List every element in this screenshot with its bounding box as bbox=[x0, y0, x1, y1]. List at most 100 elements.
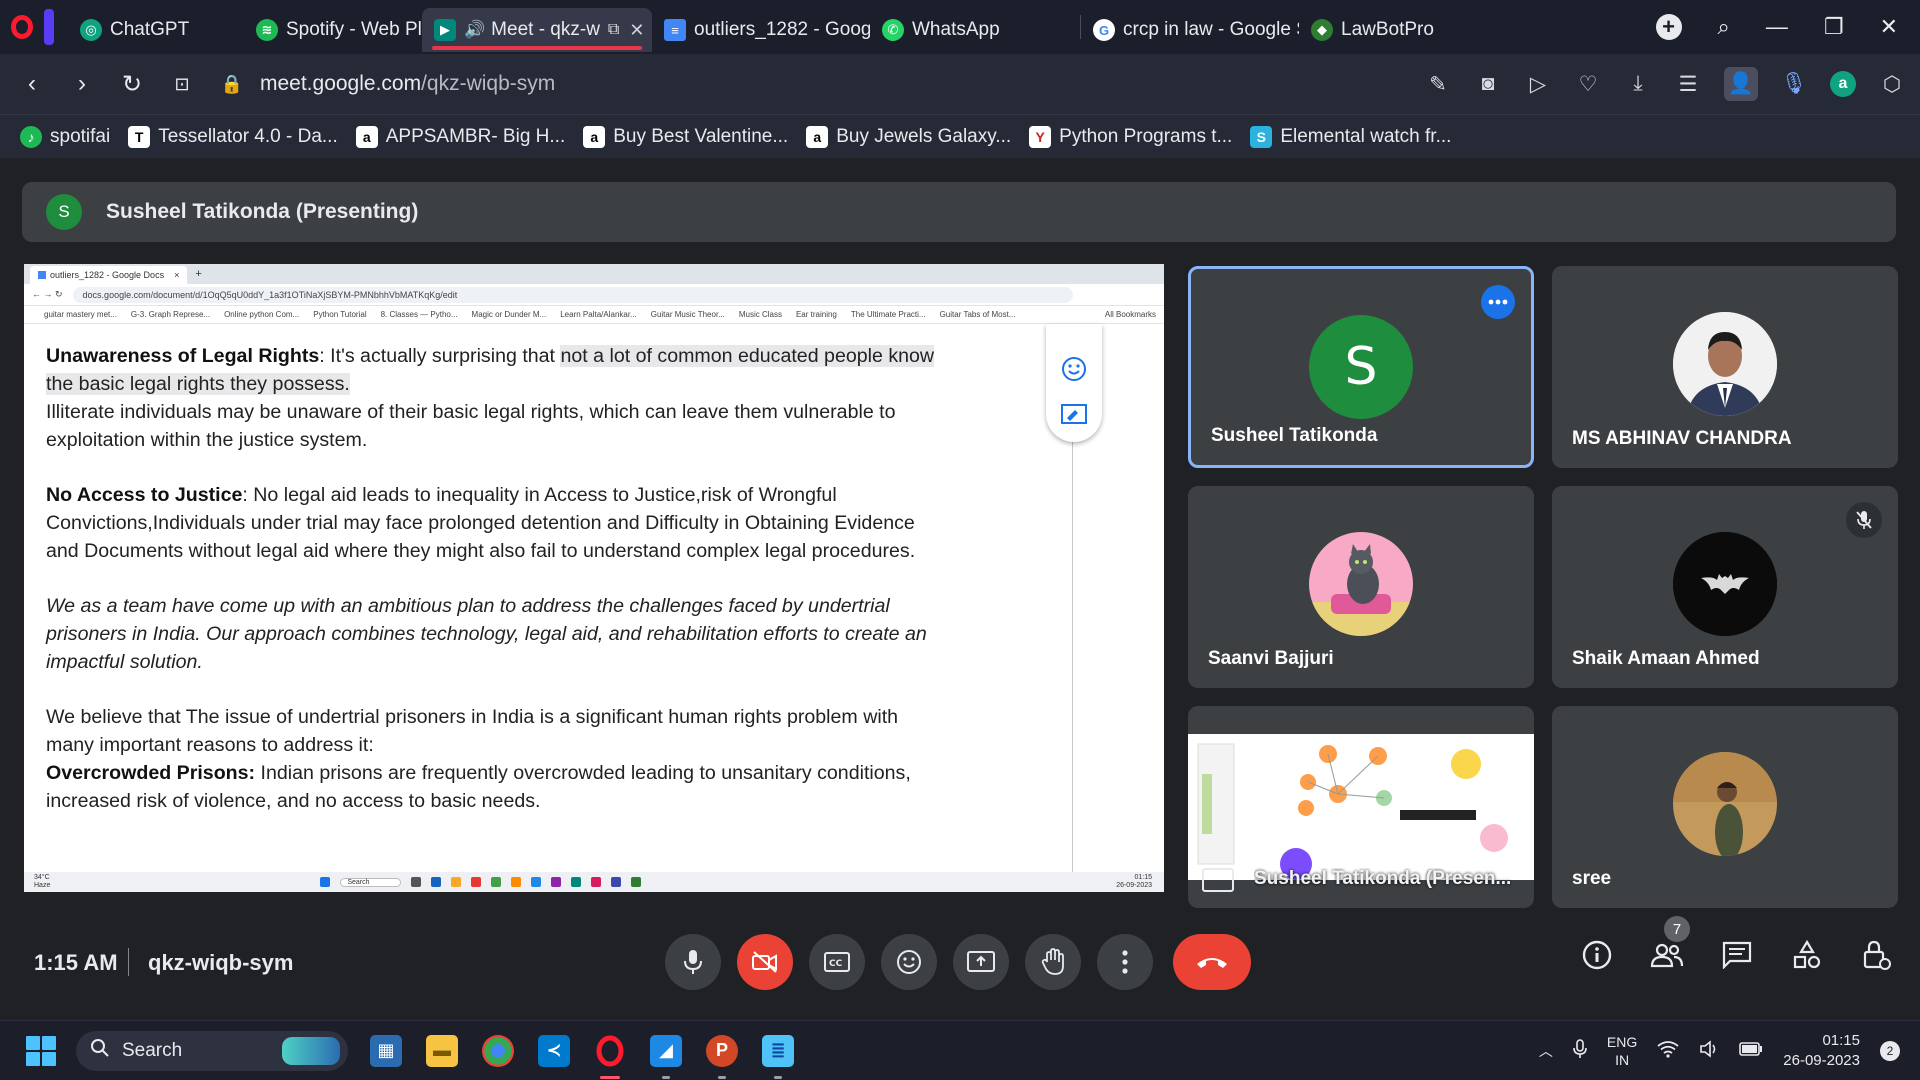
extension-a-icon[interactable]: a bbox=[1830, 71, 1856, 97]
close-tab-icon[interactable]: ✕ bbox=[629, 20, 644, 41]
vscode-icon[interactable]: ≺ bbox=[538, 1034, 570, 1067]
participant-tile[interactable]: Saanvi Bajjuri bbox=[1188, 486, 1534, 688]
microphone-button[interactable] bbox=[665, 934, 721, 990]
send-icon[interactable]: ▷ bbox=[1524, 70, 1552, 98]
bookmark-item[interactable]: S Elemental watch fr... bbox=[1250, 125, 1451, 148]
participant-tile[interactable]: Shaik Amaan Ahmed bbox=[1552, 486, 1898, 688]
present-now-button[interactable] bbox=[953, 934, 1009, 990]
chevron-up-icon[interactable]: ︿ bbox=[1539, 1041, 1553, 1061]
calculator-icon[interactable]: ▦ bbox=[370, 1034, 402, 1067]
language-indicator[interactable]: ENG IN bbox=[1607, 1033, 1637, 1069]
camera-off-button[interactable] bbox=[737, 934, 793, 990]
shared-bookmark: Guitar Tabs of Most... bbox=[939, 310, 1016, 319]
microphone-indicator-icon[interactable]: 🎙 bbox=[1780, 70, 1808, 98]
new-tab-button[interactable]: + bbox=[1655, 14, 1682, 40]
system-clock[interactable]: 01:15 26-09-2023 bbox=[1783, 1031, 1860, 1071]
search-tabs-icon[interactable]: ⌕ bbox=[1718, 14, 1730, 40]
participant-tile[interactable]: MS ABHINAV CHANDRA bbox=[1552, 266, 1898, 468]
presentation-thumbnail bbox=[1188, 734, 1534, 880]
shared-urlbar: ← → ↻ docs.google.com/document/d/1OqQ5qU… bbox=[24, 284, 1164, 306]
tab-google-search[interactable]: G crcp in law - Google S bbox=[1081, 8, 1299, 52]
edit-icon[interactable]: ✎ bbox=[1424, 70, 1452, 98]
close-window-icon[interactable]: ✕ bbox=[1880, 14, 1898, 40]
paint-icon[interactable]: ◢ bbox=[650, 1034, 682, 1079]
bookmark-item[interactable]: a APPSAMBR- Big H... bbox=[355, 125, 565, 148]
tab-meet[interactable]: ▶ 🔊 Meet - qkz-w ⧉ ✕ bbox=[422, 8, 652, 52]
host-controls-icon[interactable] bbox=[1860, 938, 1894, 972]
download-icon[interactable]: ⤓ bbox=[1624, 70, 1652, 98]
leave-call-button[interactable] bbox=[1173, 934, 1251, 990]
profile-icon[interactable]: 👤 bbox=[1724, 67, 1758, 101]
url-field[interactable]: meet.google.com/qkz-wiqb-sym bbox=[260, 72, 555, 96]
search-icon bbox=[90, 1038, 110, 1064]
python-programs-icon: Y bbox=[1029, 125, 1052, 148]
more-options-button[interactable] bbox=[1097, 934, 1153, 990]
picture-in-picture-icon[interactable]: ⧉ bbox=[608, 21, 619, 39]
forward-icon[interactable]: › bbox=[64, 66, 100, 102]
minimize-icon[interactable]: — bbox=[1766, 14, 1788, 40]
bookmark-item[interactable]: a Buy Best Valentine... bbox=[583, 125, 788, 148]
docs-icon bbox=[38, 271, 46, 279]
volume-icon[interactable] bbox=[1699, 1040, 1719, 1061]
captions-button[interactable]: CC bbox=[809, 934, 865, 990]
bookmark-item[interactable]: a Buy Jewels Galaxy... bbox=[806, 125, 1011, 148]
easy-setup-icon[interactable]: ☰ bbox=[1674, 70, 1702, 98]
chat-icon[interactable] bbox=[1720, 938, 1754, 972]
search-highlight-art bbox=[282, 1036, 340, 1065]
elemental-icon: S bbox=[1250, 125, 1273, 148]
notification-badge[interactable]: 2 bbox=[1880, 1040, 1900, 1061]
avatar bbox=[1309, 532, 1413, 636]
powerpoint-icon[interactable]: P bbox=[706, 1034, 738, 1079]
extensions-icon[interactable]: ⬡ bbox=[1878, 70, 1906, 98]
reload-icon[interactable]: ↻ bbox=[114, 66, 150, 102]
file-explorer-icon[interactable]: ▬ bbox=[426, 1034, 458, 1067]
system-tray: ︿ ENG IN 01:15 26-09-2023 2 bbox=[1539, 1031, 1920, 1071]
tab-docs[interactable]: ≡ outliers_1282 - Googl bbox=[652, 8, 870, 52]
microphone-icon[interactable] bbox=[1573, 1039, 1587, 1062]
reactions-button[interactable] bbox=[881, 934, 937, 990]
opera-icon[interactable] bbox=[594, 1035, 626, 1079]
battery-icon[interactable] bbox=[1739, 1042, 1763, 1059]
start-button[interactable] bbox=[26, 1035, 56, 1066]
raise-hand-button[interactable] bbox=[1025, 934, 1081, 990]
app-icon bbox=[470, 877, 481, 887]
folder-icon bbox=[450, 877, 461, 887]
heart-icon[interactable]: ♡ bbox=[1574, 70, 1602, 98]
bookmark-item[interactable]: Y Python Programs t... bbox=[1029, 125, 1233, 148]
participant-tile[interactable]: sree bbox=[1552, 706, 1898, 908]
restore-icon[interactable]: ❐ bbox=[1824, 14, 1844, 40]
presenter-name: Susheel Tatikonda (Presenting) bbox=[106, 200, 419, 223]
doc-text: : It's actually surprising that bbox=[319, 345, 561, 367]
lock-icon[interactable]: 🔒 bbox=[214, 66, 250, 102]
participant-tile[interactable]: S Susheel Tatikonda bbox=[1188, 266, 1534, 468]
activities-icon[interactable] bbox=[1790, 938, 1824, 972]
presentation-tile[interactable]: Susheel Tatikonda (Presen... bbox=[1188, 706, 1534, 908]
tab-chatgpt[interactable]: ◎ ChatGPT bbox=[68, 8, 244, 52]
suggest-edit-icon bbox=[1060, 402, 1088, 428]
google-icon: G bbox=[1093, 19, 1115, 41]
participant-name: Susheel Tatikonda (Presen... bbox=[1254, 868, 1512, 889]
more-options-button[interactable] bbox=[1481, 285, 1515, 319]
shared-url-field: docs.google.com/document/d/1OqQ5qU0ddY_1… bbox=[72, 286, 1073, 303]
wifi-icon[interactable] bbox=[1657, 1040, 1679, 1061]
chrome-icon[interactable] bbox=[482, 1034, 514, 1067]
people-icon[interactable]: 7 bbox=[1650, 916, 1690, 972]
tab-whatsapp[interactable]: ✆ WhatsApp bbox=[870, 8, 1080, 52]
bookmark-item[interactable]: T Tessellator 4.0 - Da... bbox=[128, 125, 338, 148]
opera-logo-icon[interactable] bbox=[0, 0, 44, 54]
shared-bookmark: Guitar Music Theor... bbox=[650, 310, 725, 319]
meeting-details-icon[interactable] bbox=[1580, 938, 1614, 972]
back-icon[interactable]: ‹ bbox=[14, 66, 50, 102]
tab-spotify[interactable]: ≋ Spotify - Web Player: bbox=[244, 8, 422, 52]
bookmark-item[interactable]: ♪ spotifai bbox=[20, 125, 110, 148]
tab-lawbotpro[interactable]: ◆ LawBotPro bbox=[1299, 8, 1449, 52]
url-domain: meet.google.com bbox=[260, 72, 422, 95]
taskbar-search[interactable]: Search bbox=[76, 1030, 348, 1071]
snapshot-icon[interactable]: ◙ bbox=[1474, 70, 1502, 98]
present-screen-icon bbox=[1202, 868, 1234, 892]
notepad-icon[interactable]: ≣ bbox=[762, 1034, 794, 1079]
speaker-icon[interactable]: 🔊 bbox=[464, 20, 485, 40]
camera-permission-icon[interactable]: ⊡ bbox=[164, 66, 200, 102]
bookmark-label: Python Programs t... bbox=[1059, 125, 1233, 147]
app-icon bbox=[550, 877, 561, 887]
